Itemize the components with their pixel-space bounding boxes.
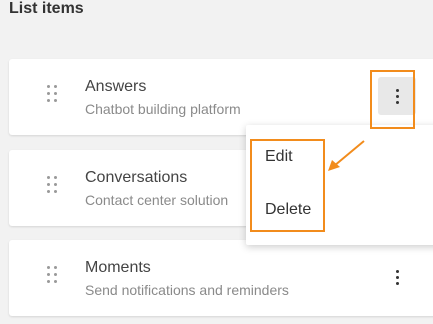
list-item-title: Moments (85, 259, 151, 276)
more-options-button[interactable] (378, 258, 416, 296)
drag-handle-icon[interactable] (47, 176, 59, 196)
list-item-title: Conversations (85, 169, 188, 186)
list-item-title: Answers (85, 78, 147, 95)
drag-handle-icon[interactable] (47, 85, 59, 105)
page-title: List items (9, 0, 84, 17)
list-item-subtitle: Send notifications and reminders (85, 282, 289, 298)
menu-item-edit[interactable]: Edit (265, 148, 293, 166)
menu-item-delete[interactable]: Delete (265, 201, 311, 219)
list-item-answers[interactable]: Answers Chatbot building platform (9, 59, 433, 135)
list-item-moments[interactable]: Moments Send notifications and reminders (9, 240, 433, 316)
more-options-button[interactable] (378, 77, 416, 115)
list-item-subtitle: Contact center solution (85, 192, 229, 208)
list-item-subtitle: Chatbot building platform (85, 101, 241, 117)
drag-handle-icon[interactable] (47, 266, 59, 286)
item-actions-menu: Edit Delete (246, 125, 433, 245)
